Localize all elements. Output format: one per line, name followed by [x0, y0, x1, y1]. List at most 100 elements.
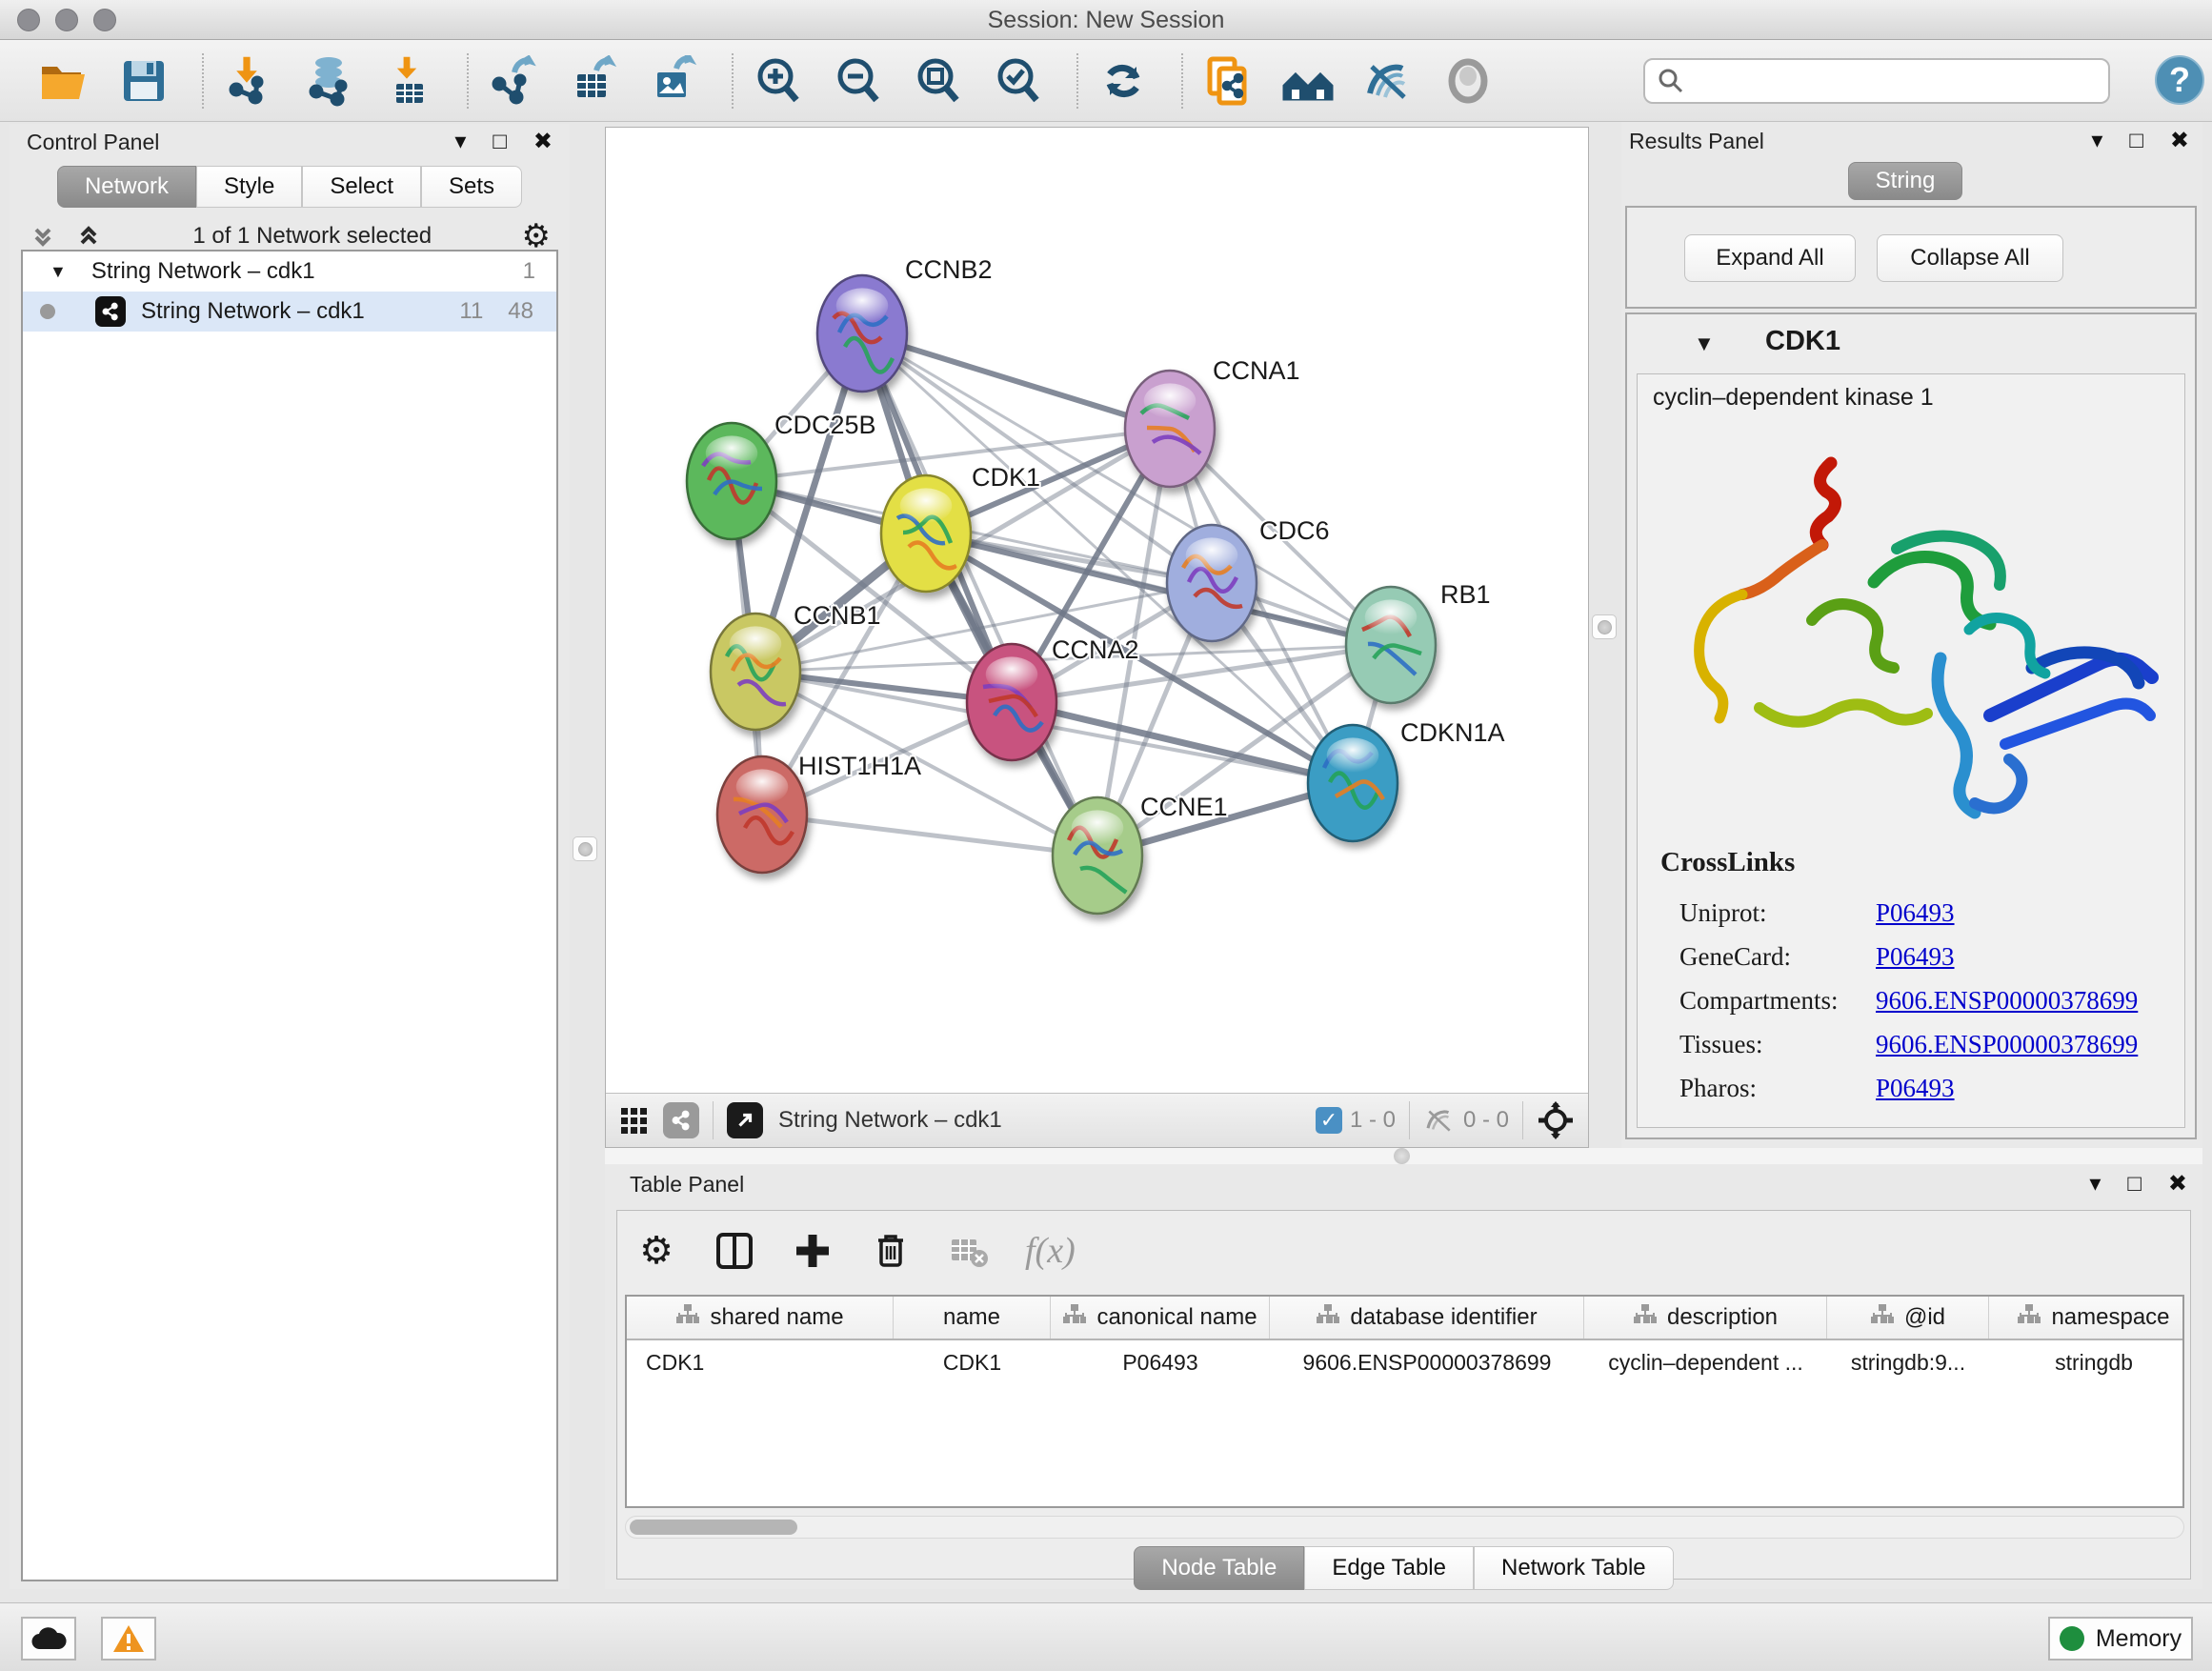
tab-node-table[interactable]: Node Table — [1134, 1546, 1304, 1590]
help-button[interactable]: ? — [2155, 55, 2204, 105]
first-neighbors-icon[interactable] — [1280, 53, 1336, 109]
column-header-database-identifier[interactable]: database identifier — [1270, 1297, 1584, 1339]
collapse-all-button[interactable]: Collapse All — [1877, 234, 2063, 282]
column-header-canonical-name[interactable]: canonical name — [1051, 1297, 1270, 1339]
tab-style[interactable]: Style — [196, 166, 302, 208]
table-cell-database-identifier[interactable]: 9606.ENSP00000378699 — [1270, 1340, 1584, 1384]
table-cell-name[interactable]: CDK1 — [894, 1340, 1051, 1384]
export-image-icon[interactable] — [646, 53, 701, 109]
network-node-CCNB2[interactable] — [817, 275, 907, 392]
tab-sets[interactable]: Sets — [421, 166, 522, 208]
warning-button[interactable] — [101, 1617, 156, 1661]
network-node-CCNA1[interactable] — [1125, 371, 1215, 487]
refresh-view-icon[interactable] — [1096, 53, 1151, 109]
network-node-CDC6[interactable] — [1167, 525, 1257, 641]
save-session-icon[interactable] — [116, 53, 171, 109]
panel-float-icon[interactable]: □ — [2127, 1173, 2142, 1196]
table-row[interactable]: CDK1CDK1P064939606.ENSP00000378699cyclin… — [627, 1340, 2182, 1384]
disclosure-triangle-icon[interactable]: ▼ — [50, 262, 67, 282]
crosslink-link[interactable]: 9606.ENSP00000378699 — [1876, 1030, 2138, 1059]
table-panel-title: Table Panel — [630, 1172, 744, 1198]
network-node-RB1[interactable] — [1346, 587, 1436, 703]
table-cell-shared-name[interactable]: CDK1 — [627, 1340, 894, 1384]
horizontal-splitter[interactable] — [605, 1148, 2202, 1164]
network-edge-HIST1H1A-CCNE1[interactable] — [762, 815, 1097, 856]
import-network-file-icon[interactable] — [221, 53, 276, 109]
hide-selected-icon[interactable] — [1360, 53, 1416, 109]
show-all-icon[interactable] — [1440, 53, 1496, 109]
tab-network[interactable]: Network — [57, 166, 196, 208]
scrollbar-thumb[interactable] — [630, 1520, 797, 1535]
network-node-HIST1H1A[interactable] — [717, 756, 807, 873]
horizontal-splitter-handle[interactable] — [1394, 1148, 1410, 1164]
table-cell-@id[interactable]: stringdb:9... — [1827, 1340, 1989, 1384]
network-node-CCNB1[interactable] — [711, 614, 800, 730]
crosslink-link[interactable]: 9606.ENSP00000378699 — [1876, 986, 2138, 1016]
network-node-CCNE1[interactable] — [1053, 797, 1142, 914]
tab-edge-table[interactable]: Edge Table — [1304, 1546, 1474, 1590]
tab-select[interactable]: Select — [302, 166, 421, 208]
network-node-CDK1[interactable] — [881, 475, 971, 592]
node-label-CCNA1: CCNA1 — [1213, 356, 1300, 385]
crosslink-link[interactable]: P06493 — [1876, 1074, 1955, 1103]
disclosure-triangle-icon[interactable]: ▼ — [1694, 332, 1715, 356]
right-splitter-handle[interactable] — [1592, 614, 1617, 639]
network-node-CCNA2[interactable] — [967, 644, 1056, 760]
tab-string[interactable]: String — [1848, 162, 1962, 200]
crosslink-link[interactable]: P06493 — [1876, 942, 1955, 972]
import-table-file-icon[interactable] — [381, 53, 436, 109]
import-network-database-icon[interactable] — [301, 53, 356, 109]
panel-float-icon[interactable]: □ — [493, 131, 507, 153]
network-edge-CCNB2-CCNA1[interactable] — [862, 333, 1170, 429]
search-input[interactable] — [1685, 68, 2085, 94]
zoom-selected-icon[interactable] — [991, 53, 1046, 109]
open-session-icon[interactable] — [36, 53, 91, 109]
hidden-eye-icon[interactable] — [1423, 1104, 1456, 1137]
panel-menu-icon[interactable]: ▾ — [2089, 1173, 2101, 1196]
panel-close-icon[interactable]: ✖ — [533, 131, 553, 153]
panel-menu-icon[interactable]: ▾ — [454, 131, 466, 153]
column-header-namespace[interactable]: namespace — [1989, 1297, 2184, 1339]
horizontal-scrollbar[interactable] — [625, 1516, 2184, 1539]
cloud-button[interactable] — [21, 1617, 76, 1661]
panel-menu-icon[interactable]: ▾ — [2091, 130, 2102, 152]
open-in-window-icon[interactable] — [727, 1102, 763, 1138]
network-row[interactable]: String Network – cdk1 11 48 — [23, 292, 556, 332]
panel-float-icon[interactable]: □ — [2129, 130, 2143, 152]
zoom-in-icon[interactable] — [751, 53, 806, 109]
tab-network-table[interactable]: Network Table — [1474, 1546, 1674, 1590]
expand-all-button[interactable]: Expand All — [1684, 234, 1856, 282]
zoom-out-icon[interactable] — [831, 53, 886, 109]
crosslink-link[interactable]: P06493 — [1876, 898, 1955, 928]
panel-close-icon[interactable]: ✖ — [2170, 130, 2189, 152]
table-settings-gear-icon[interactable]: ⚙ — [634, 1229, 678, 1273]
network-node-CDC25B[interactable] — [687, 423, 776, 539]
copy-network-icon[interactable] — [1200, 53, 1256, 109]
memory-button[interactable]: Memory — [2048, 1617, 2193, 1661]
table-cell-description[interactable]: cyclin–dependent ... — [1584, 1340, 1827, 1384]
column-header-@id[interactable]: @id — [1827, 1297, 1989, 1339]
export-network-icon[interactable] — [486, 53, 541, 109]
fit-selected-crosshair-icon[interactable] — [1537, 1101, 1575, 1139]
expand-all-icon[interactable] — [74, 222, 103, 251]
selected-nodes-checkbox-icon[interactable]: ✓ — [1316, 1107, 1342, 1134]
table-cell-namespace[interactable]: stringdb — [1989, 1340, 2184, 1384]
table-cell-canonical-name[interactable]: P06493 — [1051, 1340, 1270, 1384]
delete-column-trash-icon[interactable] — [869, 1229, 913, 1273]
string-view-icon[interactable] — [663, 1102, 699, 1138]
export-table-icon[interactable] — [566, 53, 621, 109]
network-canvas[interactable]: CCNB2CCNA1CDC25BCDK1CDC6RB1CCNB1CCNA2CDK… — [606, 128, 1588, 1093]
split-columns-icon[interactable] — [713, 1229, 756, 1273]
birdseye-view-icon[interactable] — [619, 1106, 648, 1135]
panel-close-icon[interactable]: ✖ — [2168, 1173, 2187, 1196]
column-header-name[interactable]: name — [894, 1297, 1051, 1339]
column-header-description[interactable]: description — [1584, 1297, 1827, 1339]
zoom-fit-icon[interactable] — [911, 53, 966, 109]
network-collection-row[interactable]: ▼ String Network – cdk1 1 — [23, 252, 556, 292]
gene-section-header[interactable]: ▼ CDK1 — [1627, 314, 2195, 373]
collapse-all-icon[interactable] — [29, 222, 57, 251]
network-node-CDKN1A[interactable] — [1308, 725, 1398, 841]
left-splitter-handle[interactable] — [573, 836, 597, 861]
column-header-shared-name[interactable]: shared name — [627, 1297, 894, 1339]
add-column-icon[interactable] — [791, 1229, 835, 1273]
